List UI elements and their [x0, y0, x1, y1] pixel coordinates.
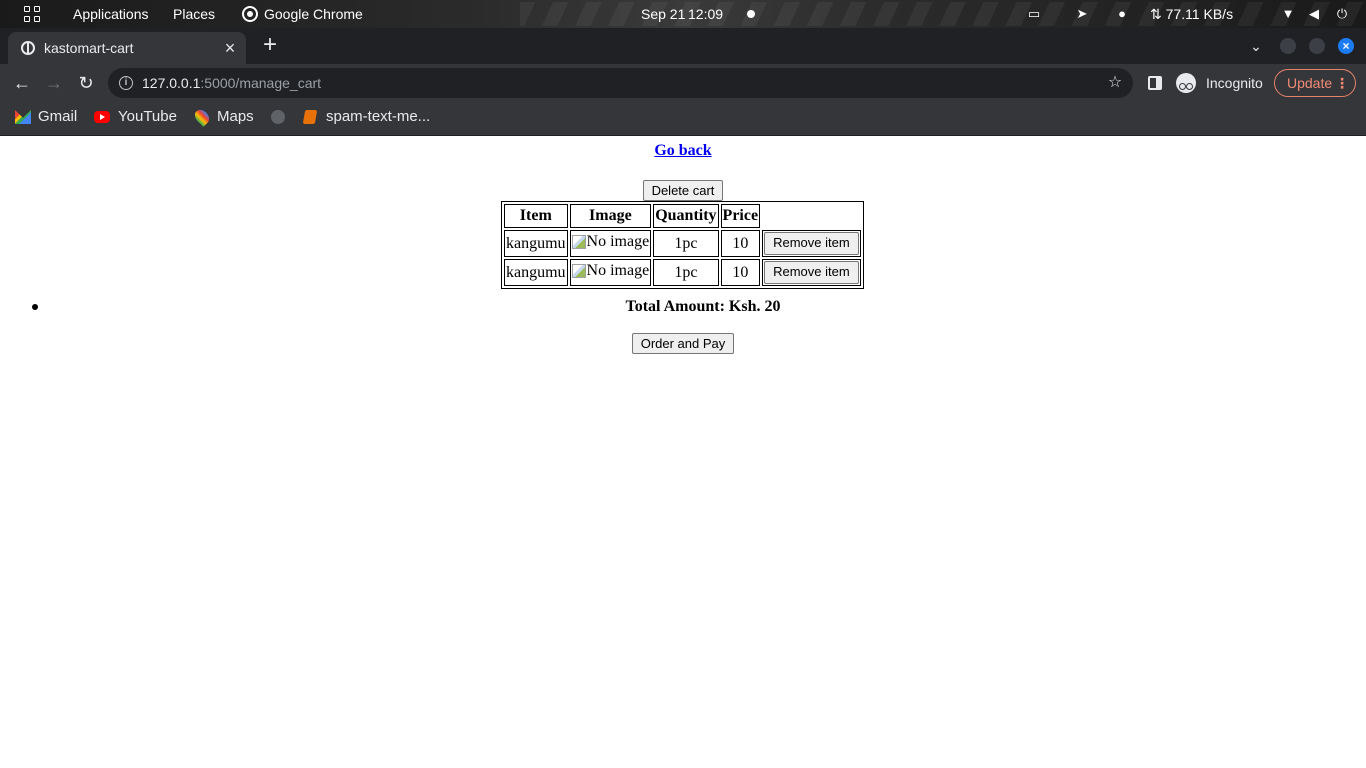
- header-item: Item: [504, 204, 568, 228]
- image-alt-text: No image: [586, 262, 650, 279]
- address-bar[interactable]: i 127.0.0.1:5000/manage_cart ☆: [108, 68, 1133, 98]
- tab-kastomart-cart[interactable]: kastomart-cart ×: [8, 32, 246, 64]
- window-close-button[interactable]: ×: [1338, 38, 1354, 54]
- bookmark-gmail[interactable]: Gmail: [38, 102, 77, 132]
- order-and-pay-button[interactable]: Order and Pay: [632, 333, 734, 354]
- table-row: kangumu No image 1pc 10 Remove item: [504, 230, 861, 257]
- maps-icon: [192, 107, 212, 127]
- list-bullet: [32, 304, 38, 310]
- tab-title: kastomart-cart: [44, 40, 134, 56]
- bookmark-star-icon[interactable]: ☆: [1105, 73, 1125, 93]
- remove-item-button[interactable]: Remove item: [764, 261, 859, 284]
- more-menu-icon[interactable]: ⋮: [1335, 70, 1349, 96]
- header-image: Image: [569, 204, 652, 228]
- gmail-icon: [15, 110, 31, 124]
- youtube-icon: [94, 111, 110, 123]
- active-app-menu[interactable]: Google Chrome: [264, 0, 363, 28]
- system-top-bar: Applications Places Google Chrome Sep 21…: [0, 0, 1366, 28]
- terminal-icon[interactable]: ▭: [1026, 6, 1042, 22]
- cell-quantity: 1pc: [653, 230, 719, 257]
- tab-search-chevron-icon[interactable]: ⌄: [1246, 36, 1266, 56]
- bookmark-spam-text[interactable]: spam-text-me...: [326, 102, 430, 132]
- delete-cart-button[interactable]: Delete cart: [643, 180, 723, 201]
- broken-image-icon: [571, 264, 586, 278]
- header-empty-cell: [762, 204, 861, 228]
- browser-toolbar: ← → ↻ i 127.0.0.1:5000/manage_cart ☆ Inc…: [0, 64, 1366, 102]
- image-alt-text: No image: [586, 233, 650, 250]
- cell-action: Remove item: [762, 230, 861, 257]
- remove-item-button[interactable]: Remove item: [764, 232, 859, 255]
- volume-icon[interactable]: ◀: [1306, 6, 1322, 22]
- cell-image: No image: [569, 259, 652, 286]
- network-speed[interactable]: ⇅ 77.11 KB/s: [1150, 0, 1233, 28]
- book-icon: [302, 110, 318, 124]
- tab-strip: kastomart-cart × + ⌄ ×: [0, 28, 1366, 64]
- cart-table: Item Image Quantity Price kangumu No ima…: [501, 201, 864, 289]
- maximize-button[interactable]: [1309, 38, 1325, 54]
- side-panel-icon[interactable]: [1148, 76, 1162, 90]
- incognito-icon[interactable]: [1176, 73, 1196, 93]
- app-grid-icon[interactable]: [24, 6, 41, 23]
- clock-date[interactable]: Sep 21: [641, 0, 685, 28]
- table-header-row: Item Image Quantity Price: [504, 204, 861, 228]
- clock-time[interactable]: 12:09: [688, 0, 723, 28]
- broken-image: No image: [571, 262, 650, 280]
- cell-item: kangumu: [504, 230, 568, 257]
- header-price: Price: [720, 204, 761, 228]
- url-path: :5000/manage_cart: [200, 75, 322, 91]
- cell-item: kangumu: [504, 259, 568, 286]
- update-button[interactable]: Update ⋮: [1274, 69, 1356, 97]
- telegram-icon[interactable]: ➤: [1074, 6, 1090, 22]
- bookmark-maps[interactable]: Maps: [217, 102, 254, 132]
- page-content: Go back Delete cart Item Image Quantity …: [0, 136, 1366, 768]
- update-label: Update: [1287, 75, 1333, 91]
- bookmark-youtube[interactable]: YouTube: [118, 102, 177, 132]
- power-icon[interactable]: ⏻: [1334, 6, 1350, 22]
- bookmarks-bar: Gmail YouTube Maps spam-text-me...: [0, 102, 1366, 136]
- url-host: 127.0.0.1: [142, 75, 201, 91]
- cell-image: No image: [569, 230, 652, 257]
- tab-close-icon[interactable]: ×: [220, 38, 240, 58]
- cell-quantity: 1pc: [653, 259, 719, 286]
- media-indicator-icon[interactable]: ●: [1114, 6, 1130, 22]
- url-text[interactable]: 127.0.0.1:5000/manage_cart: [142, 68, 321, 98]
- minimize-button[interactable]: [1280, 38, 1296, 54]
- cell-price: 10: [720, 230, 761, 257]
- globe-favicon-icon: [21, 41, 35, 55]
- reload-button[interactable]: ↻: [74, 71, 98, 95]
- places-menu[interactable]: Places: [173, 0, 215, 28]
- cell-price: 10: [720, 259, 761, 286]
- notification-dot-icon: [747, 10, 755, 18]
- forward-button[interactable]: →: [42, 71, 66, 95]
- go-back-heading: Go back: [0, 142, 1366, 160]
- header-quantity: Quantity: [653, 204, 719, 228]
- go-back-link[interactable]: Go back: [654, 142, 711, 159]
- incognito-label[interactable]: Incognito: [1206, 64, 1263, 102]
- back-button[interactable]: ←: [10, 71, 34, 95]
- applications-menu[interactable]: Applications: [73, 0, 149, 28]
- site-info-icon[interactable]: i: [119, 76, 133, 90]
- broken-image-icon: [571, 235, 586, 249]
- globe-icon[interactable]: [271, 110, 285, 124]
- chrome-icon: [242, 6, 258, 22]
- new-tab-button[interactable]: +: [258, 33, 282, 58]
- table-row: kangumu No image 1pc 10 Remove item: [504, 259, 861, 286]
- broken-image: No image: [571, 233, 650, 251]
- cell-action: Remove item: [762, 259, 861, 286]
- wifi-icon[interactable]: ▼: [1280, 6, 1296, 22]
- total-amount: Total Amount: Ksh. 20: [625, 298, 781, 315]
